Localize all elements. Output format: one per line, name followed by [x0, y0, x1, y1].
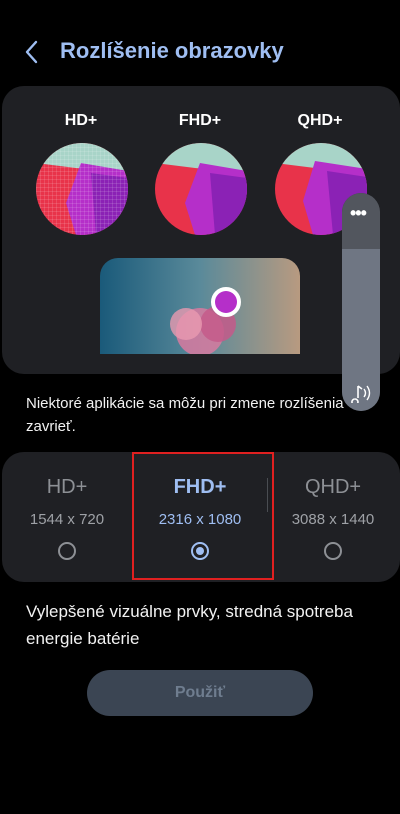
option-qhd[interactable]: QHD+ 3088 x 1440 — [268, 452, 398, 582]
preview-label-qhd: QHD+ — [297, 112, 343, 129]
preview-label-fhd: FHD+ — [178, 112, 222, 129]
preview-label-hd: HD+ — [64, 112, 98, 129]
radio-button[interactable] — [58, 542, 76, 560]
more-icon[interactable]: ••• — [350, 203, 367, 224]
preview-wide-image — [100, 258, 300, 354]
option-size: 1544 x 720 — [29, 511, 105, 528]
option-size: 3088 x 1440 — [291, 511, 375, 528]
selection-highlight — [132, 452, 274, 580]
volume-panel[interactable]: ••• — [342, 193, 380, 411]
option-label: QHD+ — [304, 476, 362, 498]
preview-image-fhd — [155, 143, 247, 235]
page-title: Rozlíšenie obrazovky — [60, 38, 284, 63]
back-arrow-icon[interactable] — [22, 38, 46, 66]
apply-button[interactable]: Použiť — [87, 670, 313, 716]
header: Rozlíšenie obrazovky — [0, 30, 400, 74]
option-label: HD+ — [46, 476, 88, 498]
radio-button[interactable] — [324, 542, 342, 560]
warning-note: Niektoré aplikácie sa môžu pri zmene roz… — [26, 395, 344, 435]
preview-image-hd — [36, 143, 128, 235]
option-description: Vylepšené vizuálne prvky, stredná spotre… — [26, 602, 353, 648]
option-hd[interactable]: HD+ 1544 x 720 — [2, 452, 132, 582]
